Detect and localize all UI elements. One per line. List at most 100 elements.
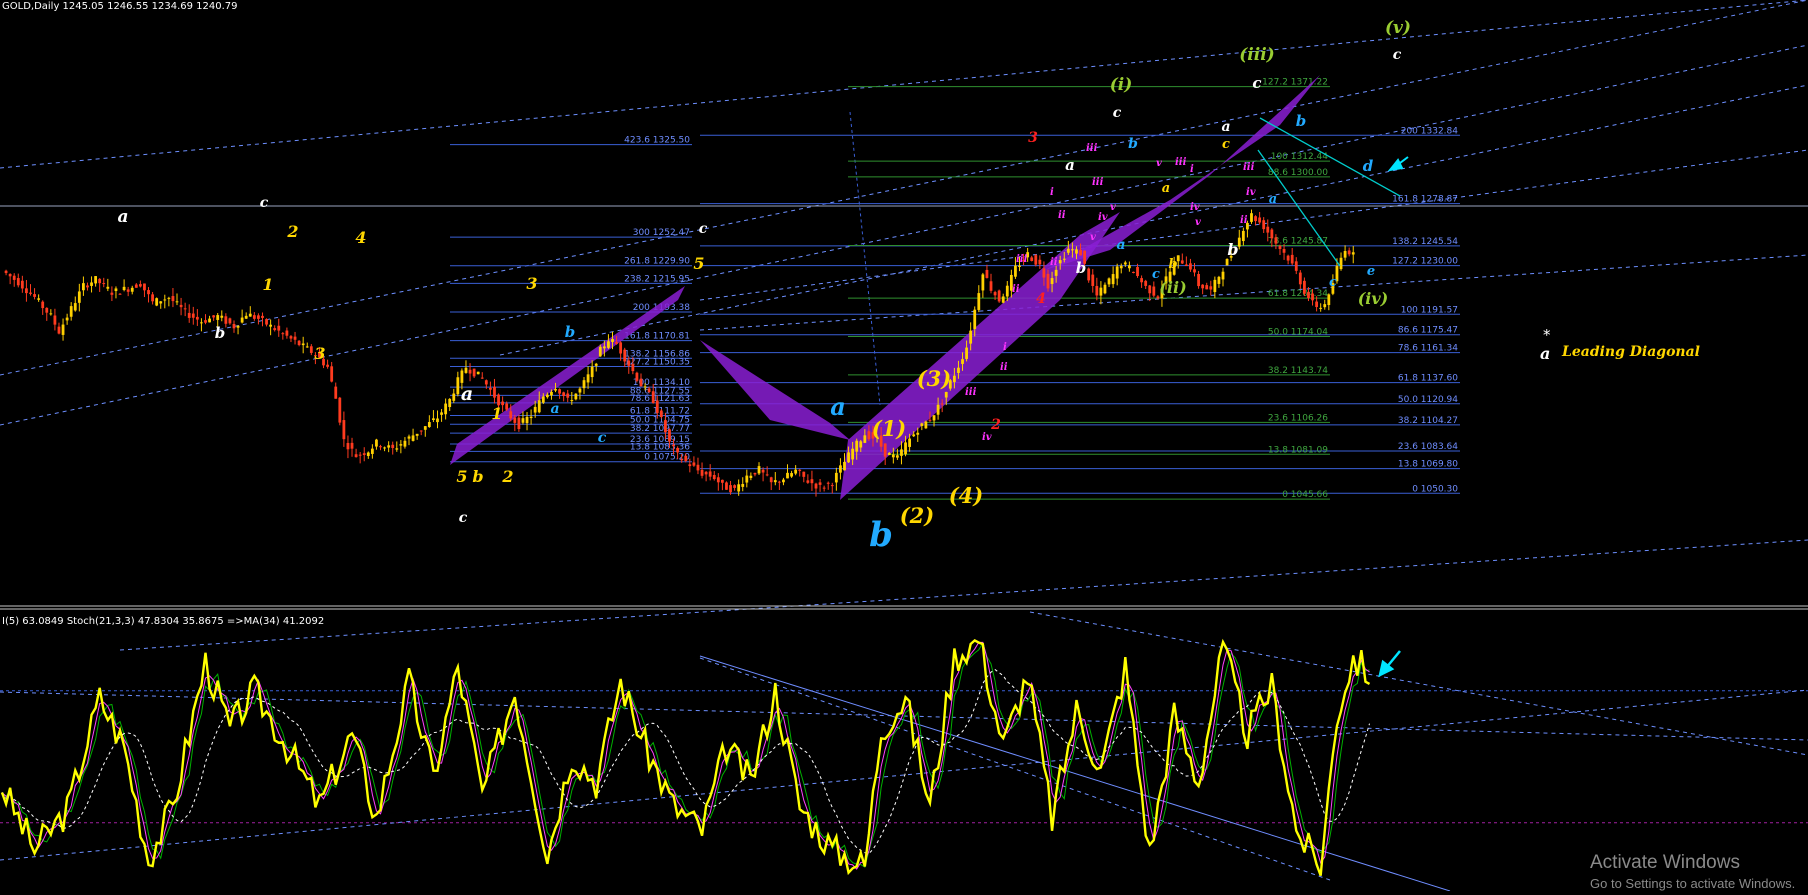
candle-body [790,473,793,477]
wave-label: 3 [526,274,537,293]
wave-label: b [1128,136,1138,152]
candle-body [1213,279,1217,293]
candle-body [1103,284,1107,294]
candle-body [1148,285,1152,294]
candle-body [647,388,651,392]
candle-body [309,346,313,353]
candle-body [440,412,443,415]
candle-body [358,454,362,456]
candle-body [533,406,537,413]
price-chart-svg: 423.6 1325.50300 1252.47261.8 1229.90238… [0,0,1808,892]
candle-body [468,369,472,374]
wave-label: c [598,430,607,446]
candle-body [1127,265,1131,269]
candle-body [782,479,785,483]
fib-level-2-label: 78.6 1161.34 [1398,344,1458,354]
wave-label: 4 [355,228,366,247]
candle-body [786,472,789,479]
wave-label: a [117,207,128,227]
wave-label: e [1367,264,1375,279]
chart-header: GOLD,Daily 1245.05 1246.55 1234.69 1240.… [2,1,238,12]
candle-body [69,306,73,317]
candle-body [61,324,65,335]
candle-body [346,442,350,450]
candle-body [1005,285,1009,297]
subwave-label: i [1190,164,1194,175]
candle-body [122,286,126,291]
legend-star: * [1543,326,1551,344]
candle-body [1339,257,1343,270]
candle-body [375,439,378,447]
candle-body [301,343,305,346]
candle-body [582,380,586,389]
subwave-label: i [1003,342,1007,353]
candle-body [20,280,24,289]
candle-body [436,418,439,423]
candle-body [1270,229,1274,239]
wave-label: a [550,401,559,417]
candle-body [208,318,211,323]
candle-body [159,301,163,304]
candle-body [29,292,32,294]
candle-body [25,288,28,294]
wave-label: a [1065,156,1075,174]
candle-body [944,391,948,398]
candle-body [537,400,541,413]
candle-body [826,482,830,484]
wave-label: b [1296,112,1307,130]
candle-body [191,313,195,318]
candle-body [407,436,411,439]
candle-body [684,455,688,462]
candle-body [1042,268,1046,278]
candle-body [403,440,407,447]
candle-body [1266,226,1270,233]
candle-body [236,325,240,328]
candle-body [627,360,631,366]
candle-body [1046,273,1050,289]
candle-body [521,418,525,423]
candle-body [716,477,720,483]
candle-body [676,447,680,453]
fib-level-1-label: 13.8 1083.36 [630,442,690,452]
candle-body [643,386,647,388]
candle-body [106,286,110,289]
candle-body [997,290,1001,302]
candle-body [887,452,891,456]
candle-body [1111,274,1115,285]
candle-body [916,432,920,435]
subwave-label: v [1110,202,1116,213]
fib-level-2-label: 50.0 1120.94 [1398,395,1458,405]
candle-body [773,480,777,483]
candle-body [1136,267,1139,277]
subwave-label: ii [1050,257,1058,268]
candle-body [98,278,102,284]
candle-body [961,359,964,364]
candle-body [493,386,496,398]
candle-body [289,336,293,339]
candle-body [883,443,887,457]
candle-body [802,471,806,477]
candle-body [855,440,859,452]
subwave-label: iii [1175,157,1187,168]
candle-body [517,417,521,430]
candle-body [863,435,867,443]
candle-body [635,372,639,381]
candle-body [924,421,928,429]
candle-body [623,349,627,362]
candle-body [908,438,912,447]
candle-body [904,442,907,455]
candle-body [134,284,138,288]
candle-body [1050,278,1054,285]
candle-body [655,400,659,413]
candle-body [183,308,187,310]
wave-label: (3) [917,366,951,391]
candle-body [293,336,297,340]
candle-body [77,291,81,303]
fib-level-1-label: 0 1075.20 [644,453,690,463]
wave-label: (iii) [1239,45,1274,65]
candle-body [1209,286,1213,290]
candle-body [1197,273,1200,287]
candle-body [45,307,49,313]
candle-body [204,320,207,323]
candle-body [598,346,602,357]
